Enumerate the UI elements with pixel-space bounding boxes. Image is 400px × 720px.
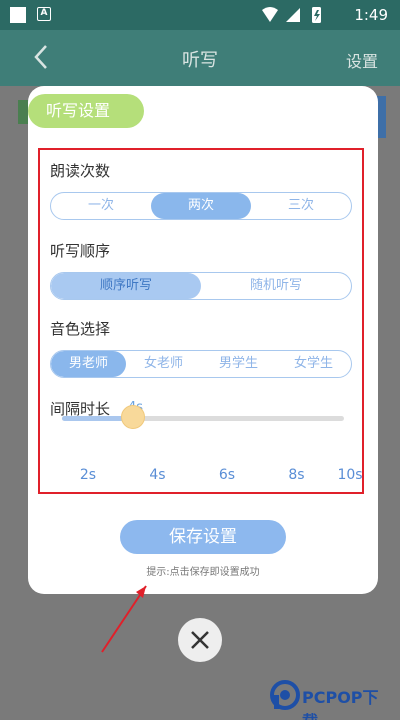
page-title: 听写 — [182, 50, 218, 71]
voice-option[interactable]: 男学生 — [201, 351, 276, 377]
interval-tick-label: 2s — [79, 467, 97, 483]
settings-link[interactable]: 设置 — [346, 48, 378, 72]
notification-square-icon — [10, 7, 26, 23]
save-hint: 提示:点击保存即设置成功 — [146, 567, 260, 578]
status-bar: A 1:49 — [0, 0, 400, 30]
watermark-text: PCPOP下载 — [302, 688, 379, 720]
read-count-option[interactable]: 三次 — [251, 193, 351, 219]
app-header: 听写 设置 — [0, 30, 400, 86]
dictation-settings-dialog: 听写设置 朗读次数 一次 两次 三次 听写顺序 顺序听写 随机听写 音色选择 男… — [28, 86, 378, 594]
order-selector: 顺序听写 随机听写 — [50, 272, 352, 300]
save-settings-button[interactable]: 保存设置 — [120, 520, 286, 554]
voice-option[interactable]: 女老师 — [126, 351, 201, 377]
interval-slider-thumb[interactable] — [120, 405, 145, 429]
watermark: PCPOP下载 — [270, 678, 394, 720]
pcpop-logo-icon — [270, 680, 300, 710]
voice-option[interactable]: 女学生 — [276, 351, 351, 377]
read-count-label: 朗读次数 — [50, 162, 111, 180]
order-option[interactable]: 顺序听写 — [51, 273, 201, 299]
annotation-arrow-icon — [101, 585, 147, 653]
read-count-option[interactable]: 一次 — [51, 193, 151, 219]
wifi-icon — [262, 7, 278, 22]
close-icon — [191, 631, 209, 649]
clock: 1:49 — [354, 6, 388, 24]
interval-tick-label: 8s — [288, 467, 305, 483]
voice-selector: 男老师 女老师 男学生 女学生 — [50, 350, 352, 378]
background-fragment — [18, 100, 28, 124]
status-icons — [262, 7, 321, 23]
close-button[interactable] — [178, 618, 222, 662]
order-option[interactable]: 随机听写 — [201, 273, 351, 299]
order-label: 听写顺序 — [50, 242, 111, 260]
voice-label: 音色选择 — [50, 320, 111, 338]
signal-icon — [286, 8, 300, 22]
voice-option[interactable]: 男老师 — [51, 351, 126, 377]
interval-slider-track[interactable] — [62, 416, 344, 421]
interval-tick-label: 6s — [218, 467, 236, 483]
interval-tick-label: 10s — [337, 467, 363, 483]
read-count-selector: 一次 两次 三次 — [50, 192, 352, 220]
dialog-title: 听写设置 — [28, 94, 144, 128]
notification-app-icon: A — [37, 7, 51, 21]
read-count-option[interactable]: 两次 — [151, 193, 251, 219]
interval-tick-label: 4s — [149, 467, 166, 483]
